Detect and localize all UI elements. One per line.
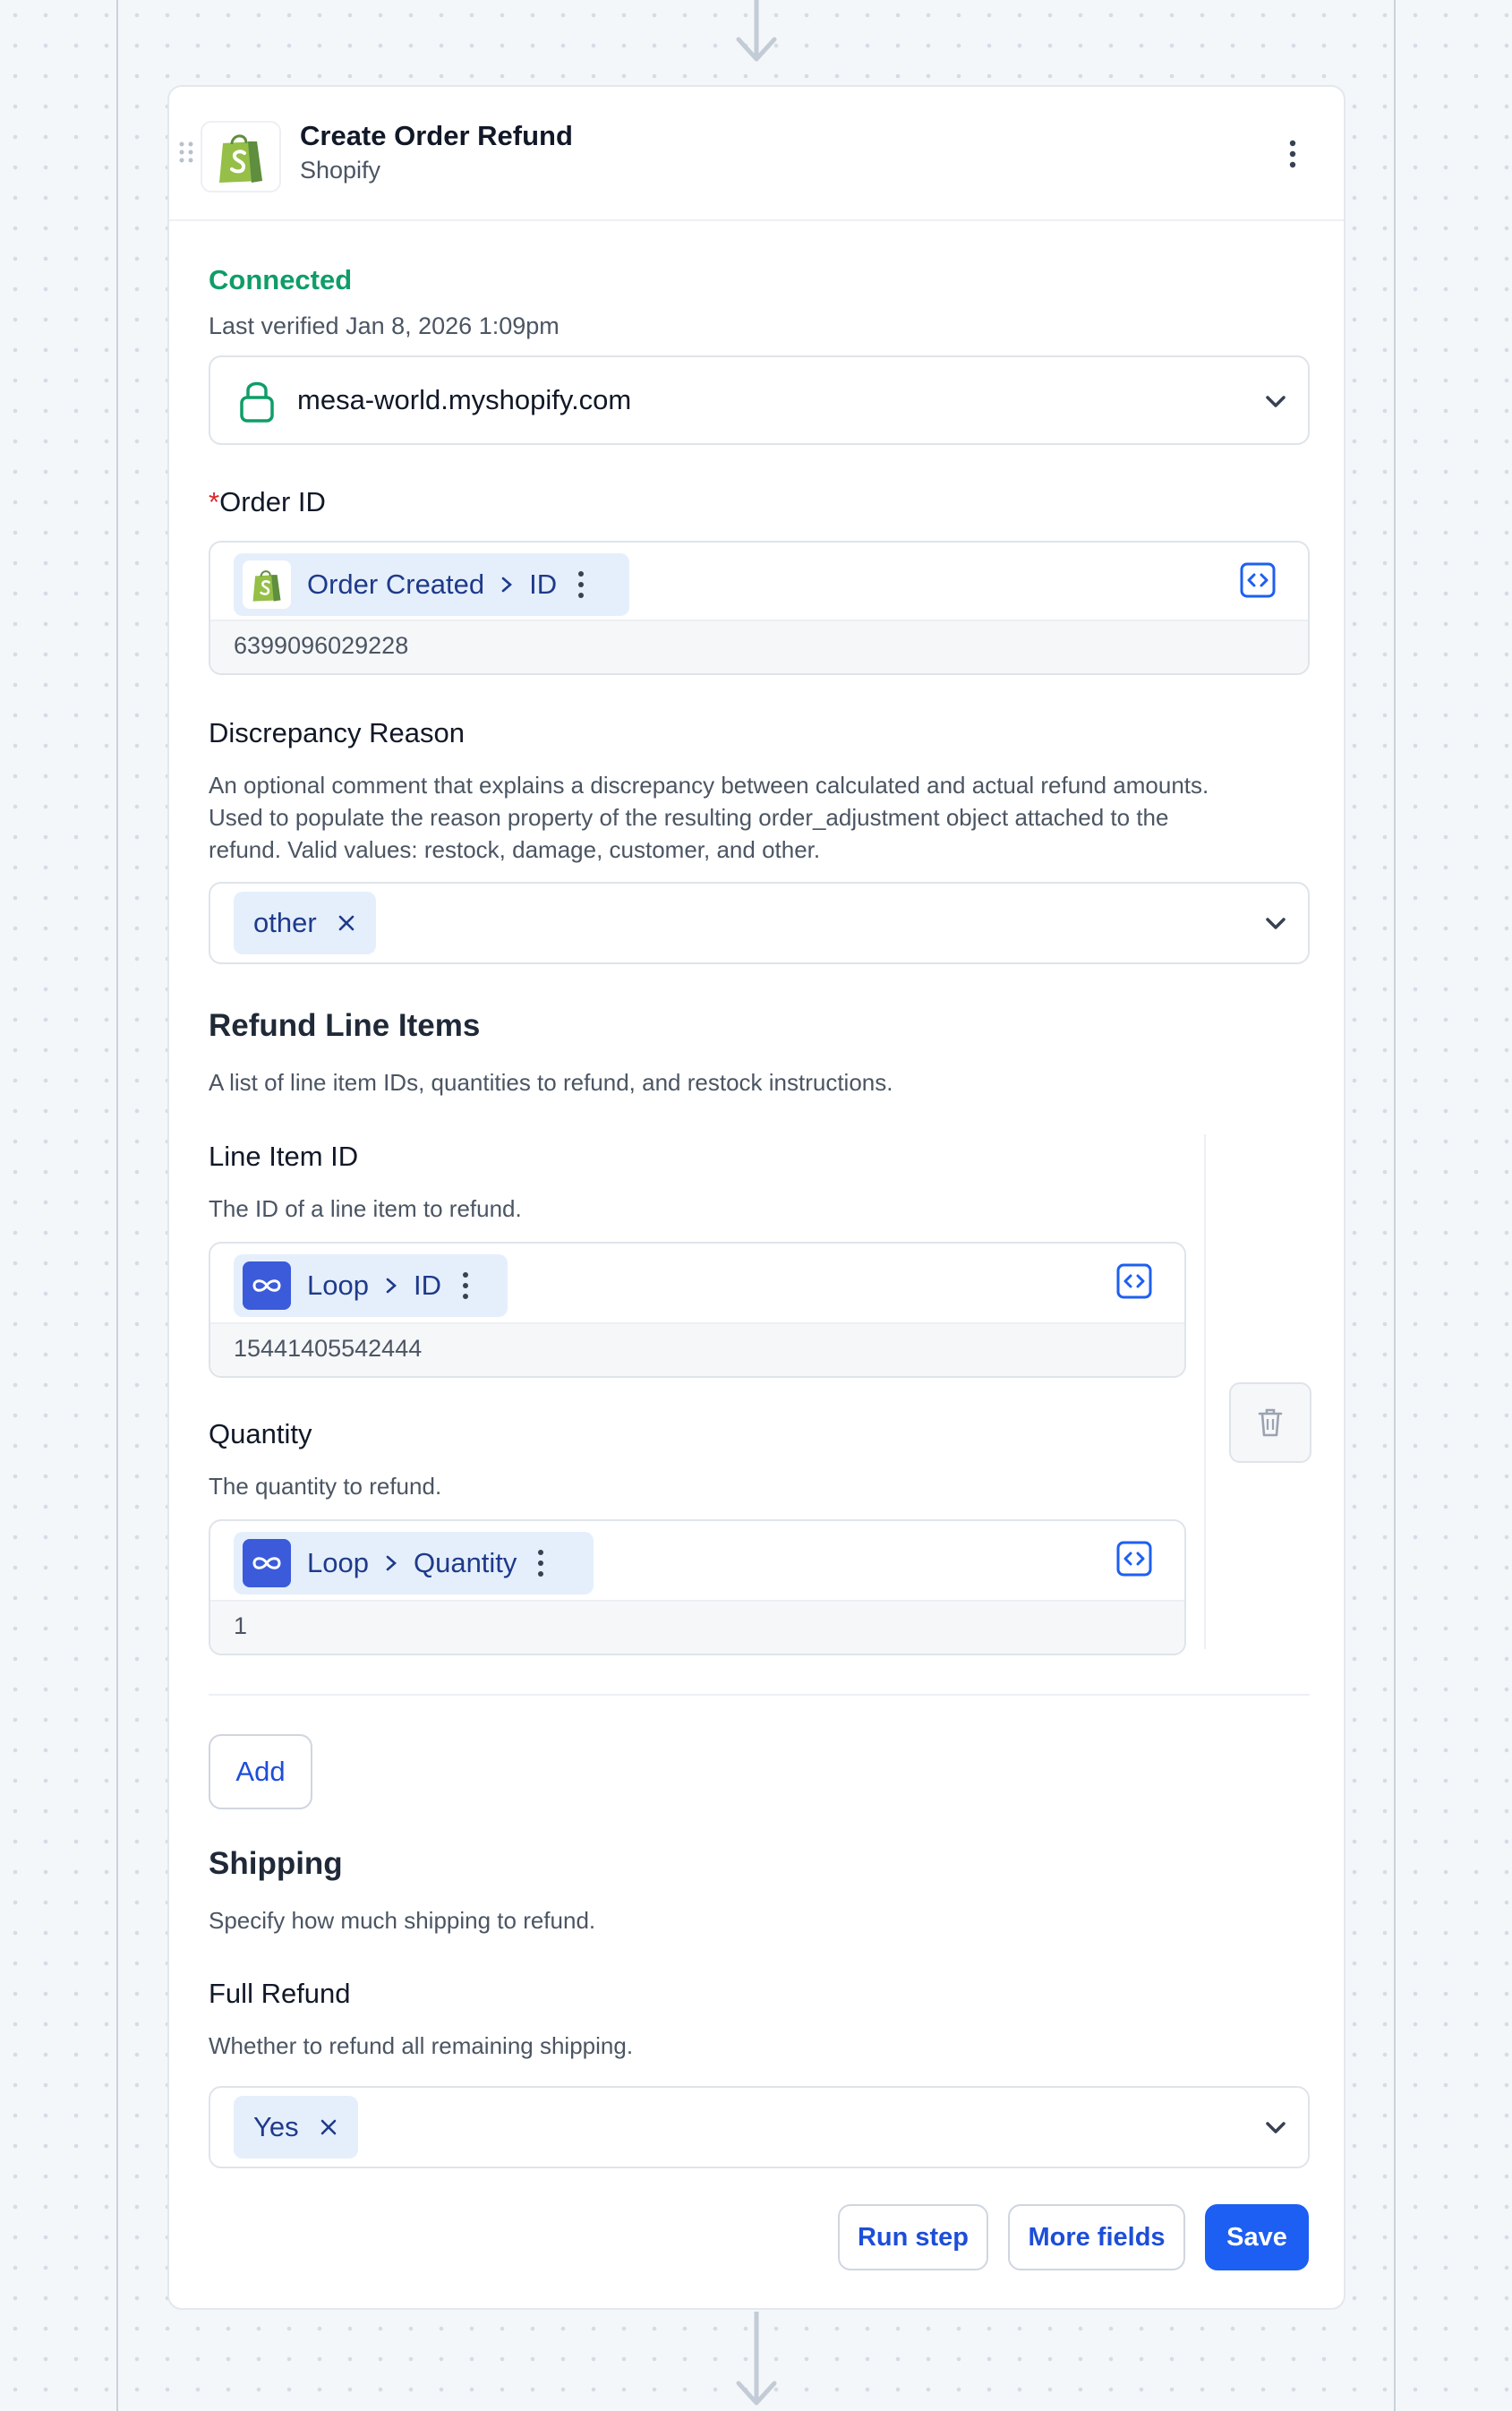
discrepancy-label: Discrepancy Reason bbox=[209, 717, 466, 748]
full-refund-select[interactable]: Yes bbox=[209, 2086, 1310, 2168]
step-card: Create Order Refund Shopify Connected La… bbox=[167, 85, 1345, 2310]
chevron-down-icon bbox=[1266, 2122, 1286, 2133]
step-title: Create Order Refund bbox=[300, 120, 573, 151]
shopify-icon bbox=[243, 560, 291, 609]
line-item-divider bbox=[1204, 1134, 1206, 1649]
save-button[interactable]: Save bbox=[1205, 2204, 1309, 2270]
connector-arrow-top bbox=[736, 0, 777, 62]
full-refund-label: Full Refund bbox=[209, 1978, 351, 2009]
pill-options-icon[interactable] bbox=[461, 1270, 470, 1302]
code-toggle-icon[interactable] bbox=[1240, 562, 1276, 598]
shipping-help: Specify how much shipping to refund. bbox=[209, 1907, 596, 1934]
order-id-variable-pill[interactable]: Order Created ID bbox=[234, 553, 629, 616]
trash-icon bbox=[1258, 1408, 1283, 1437]
chevron-down-icon bbox=[1266, 396, 1286, 407]
chevron-right-icon bbox=[501, 577, 513, 593]
order-id-label: *Order ID bbox=[209, 486, 326, 517]
pill-options-icon[interactable] bbox=[536, 1547, 545, 1579]
full-refund-value: Yes bbox=[253, 2111, 299, 2142]
shopify-logo bbox=[201, 121, 281, 192]
full-refund-help: Whether to refund all remaining shipping… bbox=[209, 2032, 634, 2059]
order-id-field[interactable]: Order Created ID 6399096029228 bbox=[209, 541, 1310, 675]
run-step-button[interactable]: Run step bbox=[838, 2204, 988, 2270]
code-toggle-icon[interactable] bbox=[1116, 1541, 1152, 1577]
more-options-icon[interactable] bbox=[1279, 136, 1306, 172]
pill-options-icon[interactable] bbox=[577, 569, 585, 601]
connection-select[interactable]: mesa-world.myshopify.com bbox=[209, 355, 1310, 445]
canvas-rail-right bbox=[1394, 0, 1396, 2411]
pill-field: ID bbox=[413, 1270, 441, 1301]
delete-line-item-button[interactable] bbox=[1229, 1382, 1311, 1463]
section-divider bbox=[209, 1694, 1310, 1696]
quantity-field[interactable]: Loop Quantity 1 bbox=[209, 1519, 1186, 1655]
remove-tag-icon[interactable] bbox=[337, 913, 356, 933]
quantity-help: The quantity to refund. bbox=[209, 1473, 442, 1500]
refund-line-items-title: Refund Line Items bbox=[209, 1008, 481, 1043]
pill-source: Loop bbox=[307, 1547, 369, 1578]
line-item-id-help: The ID of a line item to refund. bbox=[209, 1195, 522, 1222]
quantity-preview: 1 bbox=[210, 1600, 1184, 1654]
connection-verified-time: Last verified Jan 8, 2026 1:09pm bbox=[209, 312, 560, 339]
lock-icon bbox=[240, 381, 274, 423]
quantity-variable-pill[interactable]: Loop Quantity bbox=[234, 1532, 594, 1595]
line-item-id-preview: 15441405542444 bbox=[210, 1322, 1184, 1376]
pill-source: Order Created bbox=[307, 569, 485, 600]
step-card-header: Create Order Refund Shopify bbox=[169, 87, 1344, 221]
canvas-rail-left bbox=[116, 0, 118, 2411]
shopify-bag-icon bbox=[219, 134, 262, 183]
pill-field: Quantity bbox=[413, 1547, 517, 1578]
connection-store: mesa-world.myshopify.com bbox=[297, 384, 632, 415]
full-refund-tag: Yes bbox=[234, 2096, 358, 2159]
chevron-right-icon bbox=[386, 1555, 397, 1571]
drag-handle-icon[interactable] bbox=[178, 141, 194, 164]
pill-field: ID bbox=[529, 569, 558, 600]
chevron-down-icon bbox=[1266, 918, 1286, 929]
remove-tag-icon[interactable] bbox=[319, 2117, 338, 2137]
discrepancy-value: other bbox=[253, 907, 317, 938]
line-item-id-field[interactable]: Loop ID 15441405542444 bbox=[209, 1242, 1186, 1378]
step-app-name: Shopify bbox=[300, 157, 381, 184]
add-line-item-button[interactable]: Add bbox=[209, 1734, 312, 1809]
code-toggle-icon[interactable] bbox=[1116, 1263, 1152, 1299]
line-item-id-label: Line Item ID bbox=[209, 1141, 359, 1172]
more-fields-button[interactable]: More fields bbox=[1008, 2204, 1185, 2270]
pill-source: Loop bbox=[307, 1270, 369, 1301]
shipping-title: Shipping bbox=[209, 1846, 343, 1881]
connection-status: Connected bbox=[209, 264, 353, 295]
loop-icon bbox=[243, 1261, 291, 1310]
discrepancy-select[interactable]: other bbox=[209, 882, 1310, 964]
loop-icon bbox=[243, 1539, 291, 1587]
connector-arrow-bottom bbox=[736, 2312, 777, 2406]
discrepancy-tag: other bbox=[234, 892, 376, 954]
line-item-id-variable-pill[interactable]: Loop ID bbox=[234, 1254, 508, 1317]
quantity-label: Quantity bbox=[209, 1418, 312, 1449]
refund-line-items-help: A list of line item IDs, quantities to r… bbox=[209, 1069, 893, 1096]
chevron-right-icon bbox=[386, 1278, 397, 1294]
discrepancy-help: An optional comment that explains a disc… bbox=[209, 772, 1209, 863]
order-id-preview: 6399096029228 bbox=[210, 620, 1308, 673]
required-marker: * bbox=[209, 486, 220, 517]
